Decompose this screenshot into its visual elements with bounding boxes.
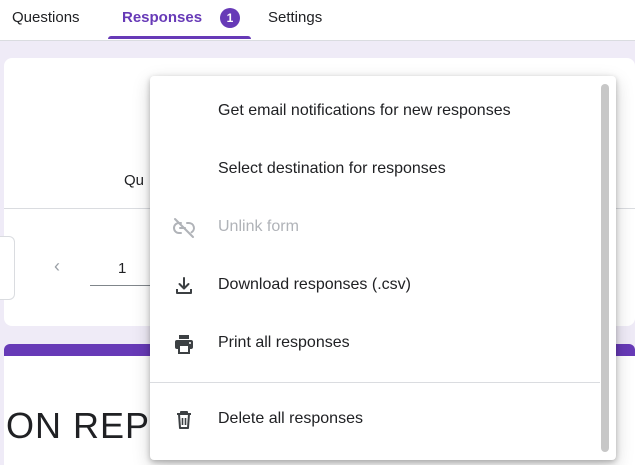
menu-item-label: Select destination for responses (218, 160, 446, 177)
responses-options-menu: Get email notifications for new response… (150, 76, 616, 460)
tab-questions[interactable]: Questions (12, 0, 80, 38)
menu-item-unlink-form: Unlink form (150, 200, 600, 256)
menu-item-download-csv[interactable]: Download responses (.csv) (150, 258, 600, 314)
menu-item-select-destination[interactable]: Select destination for responses (150, 142, 600, 198)
menu-item-label: Delete all responses (218, 410, 363, 427)
trash-icon (172, 408, 196, 432)
unlink-icon (172, 216, 196, 240)
menu-item-label: Print all responses (218, 334, 350, 351)
responses-count-badge: 1 (220, 8, 240, 28)
tab-settings[interactable]: Settings (268, 0, 322, 38)
menu-item-print-all[interactable]: Print all responses (150, 316, 600, 372)
menu-item-label: Unlink form (218, 218, 299, 235)
menu-item-delete-all[interactable]: Delete all responses (150, 392, 600, 448)
menu-scrollbar[interactable] (601, 84, 609, 452)
menu-item-label: Download responses (.csv) (218, 276, 411, 293)
active-tab-indicator (108, 36, 251, 39)
menu-item-email-notifications[interactable]: Get email notifications for new response… (150, 84, 600, 140)
print-icon (172, 332, 196, 356)
download-icon (172, 274, 196, 298)
menu-item-label: Get email notifications for new response… (218, 102, 511, 119)
tab-bar: Questions Responses 1 Settings (0, 0, 635, 41)
question-tab-label[interactable]: Qu (124, 172, 144, 189)
chevron-left-icon[interactable]: ‹ (54, 256, 60, 277)
page-number-input[interactable]: 1 (118, 260, 126, 277)
question-select-box[interactable] (0, 236, 15, 300)
page-number-underline (90, 285, 152, 286)
menu-divider (150, 382, 600, 383)
tab-responses[interactable]: Responses (122, 0, 202, 38)
